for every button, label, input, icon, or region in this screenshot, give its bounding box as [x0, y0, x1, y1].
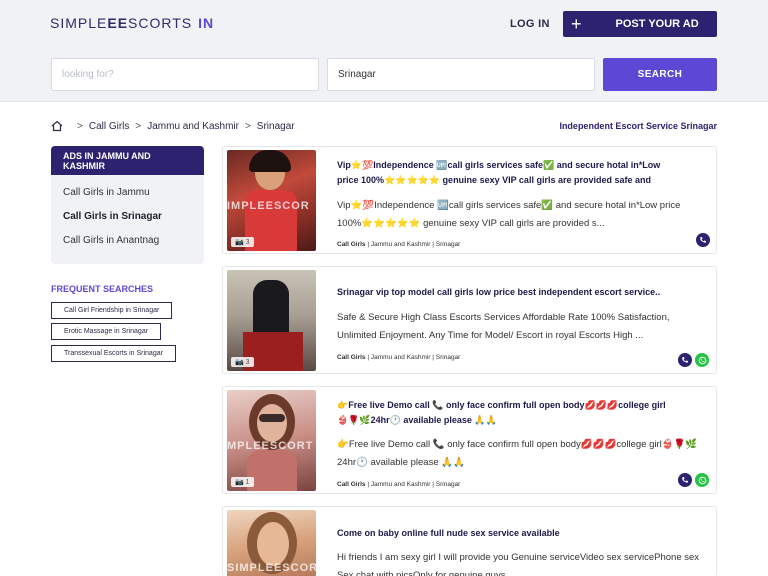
whatsapp-icon[interactable]: [695, 473, 709, 487]
photo-dress: [247, 450, 297, 491]
phone-icon[interactable]: [678, 473, 692, 487]
listing-title[interactable]: Vip⭐💯Independence 🆙call girls services s…: [337, 158, 672, 188]
listing-photo[interactable]: SIMPLEESCORTS: [227, 510, 316, 576]
site-header: SIMPLEEESCORTS IN LOG IN + POST YOUR AD l…: [0, 0, 768, 102]
meta-category: Call Girls: [337, 481, 366, 488]
listing-card[interactable]: 📷 3 Srinagar vip top model call girls lo…: [222, 266, 717, 374]
photo-hair: [249, 150, 291, 172]
sidebar-link-jammu[interactable]: Call Girls in Jammu: [51, 180, 204, 204]
plus-icon: +: [571, 14, 582, 34]
listing-meta: Call Girls | Jammu and Kashmir | Srinaga…: [337, 354, 461, 361]
breadcrumb-call-girls[interactable]: Call Girls: [89, 121, 130, 132]
watermark: SIMPLEESCORTS: [227, 562, 316, 574]
photo-subject: [257, 522, 289, 566]
region-ads-heading: ADS IN JAMMU AND KASHMIR: [51, 146, 204, 175]
phone-icon[interactable]: [696, 233, 710, 247]
listing-card[interactable]: MPLEESCORT 📷 1 👉Free live Demo call 📞 on…: [222, 386, 717, 494]
meta-city: Srinagar: [435, 354, 461, 361]
listing-description: 👉Free live Demo call 📞 only face confirm…: [337, 439, 698, 468]
meta-region: Jammu and Kashmir: [370, 354, 431, 361]
breadcrumb-separator: >: [135, 120, 142, 132]
whatsapp-icon[interactable]: [695, 353, 709, 367]
breadcrumb-separator: >: [244, 120, 251, 132]
phone-icon[interactable]: [678, 353, 692, 367]
photo-count: 3: [245, 359, 250, 366]
photo-subject: [257, 404, 287, 442]
logo-ee: EE: [107, 15, 129, 31]
meta-region: Jammu and Kashmir: [370, 481, 431, 488]
photo-subject: [253, 280, 289, 338]
listing-card[interactable]: SIMPLEESCORTS Come on baby online full n…: [222, 506, 717, 576]
listing-photo[interactable]: 📷 3: [227, 270, 316, 371]
meta-city: Srinagar: [435, 481, 461, 488]
listing-title[interactable]: Come on baby online full nude sex servic…: [337, 526, 672, 541]
search-tag[interactable]: Call Girl Friendship in Srinagar: [51, 302, 173, 319]
home-icon[interactable]: [51, 120, 63, 132]
breadcrumb-separator: >: [77, 120, 83, 132]
listing-photo[interactable]: IMPLEESCOR 📷 3: [227, 150, 316, 251]
meta-region: Jammu and Kashmir: [370, 241, 431, 248]
sidebar-link-srinagar[interactable]: Call Girls in Srinagar: [51, 204, 204, 228]
listing-title[interactable]: 👉Free live Demo call 📞 only face confirm…: [337, 398, 667, 428]
listing-meta: Call Girls | Jammu and Kashmir | Srinaga…: [337, 481, 461, 488]
listing-meta: Call Girls | Jammu and Kashmir | Srinaga…: [337, 241, 461, 248]
photo-sunglasses: [259, 414, 285, 422]
page-tagline: Independent Escort Service Srinagar: [559, 121, 717, 131]
photo-count-badge: 📷 3: [231, 357, 254, 367]
meta-city: Srinagar: [435, 241, 461, 248]
listing-photo[interactable]: MPLEESCORT 📷 1: [227, 390, 316, 491]
listing-card[interactable]: IMPLEESCOR 📷 3 Vip⭐💯Independence 🆙call g…: [222, 146, 717, 254]
photo-count: 1: [245, 479, 250, 486]
watermark: IMPLEESCOR: [227, 200, 310, 212]
login-link[interactable]: LOG IN: [510, 18, 550, 30]
logo-in: IN: [198, 15, 215, 31]
logo-text: SIMPLE: [50, 15, 108, 31]
breadcrumb-region[interactable]: Jammu and Kashmir: [147, 121, 239, 132]
site-logo[interactable]: SIMPLEEESCORTS IN: [50, 15, 214, 31]
listing-title[interactable]: Srinagar vip top model call girls low pr…: [337, 285, 697, 300]
logo-text-rest: SCORTS: [128, 15, 193, 31]
meta-category: Call Girls: [337, 241, 366, 248]
photo-count-badge: 📷 3: [231, 237, 254, 247]
sidebar-link-anantnag[interactable]: Call Girls in Anantnag: [51, 228, 204, 252]
watermark: MPLEESCORT: [227, 440, 314, 452]
breadcrumb: > Call Girls > Jammu and Kashmir > Srina…: [51, 120, 295, 132]
location-input[interactable]: Srinagar: [327, 58, 595, 91]
listing-description: Hi friends I am sexy girl I will provide…: [337, 552, 700, 576]
frequent-searches-title: FREQUENT SEARCHES: [51, 284, 154, 294]
photo-count: 3: [245, 239, 250, 246]
photo-count-badge: 📷 1: [231, 477, 254, 487]
keyword-search-input[interactable]: looking for?: [51, 58, 319, 91]
listing-description: Safe & Secure High Class Escorts Service…: [337, 312, 670, 341]
meta-category: Call Girls: [337, 354, 366, 361]
breadcrumb-city: Srinagar: [256, 120, 295, 132]
post-ad-button[interactable]: + POST YOUR AD: [563, 11, 717, 37]
region-ads-panel: ADS IN JAMMU AND KASHMIR Call Girls in J…: [51, 146, 204, 264]
listing-description: Vip⭐💯Independence 🆙call girls services s…: [337, 200, 681, 229]
search-tag[interactable]: Erotic Massage in Srinagar: [51, 323, 162, 340]
search-tag[interactable]: Transsexual Escorts in Srinagar: [51, 345, 176, 362]
post-ad-label: POST YOUR AD: [615, 18, 699, 30]
search-button[interactable]: SEARCH: [603, 58, 717, 91]
